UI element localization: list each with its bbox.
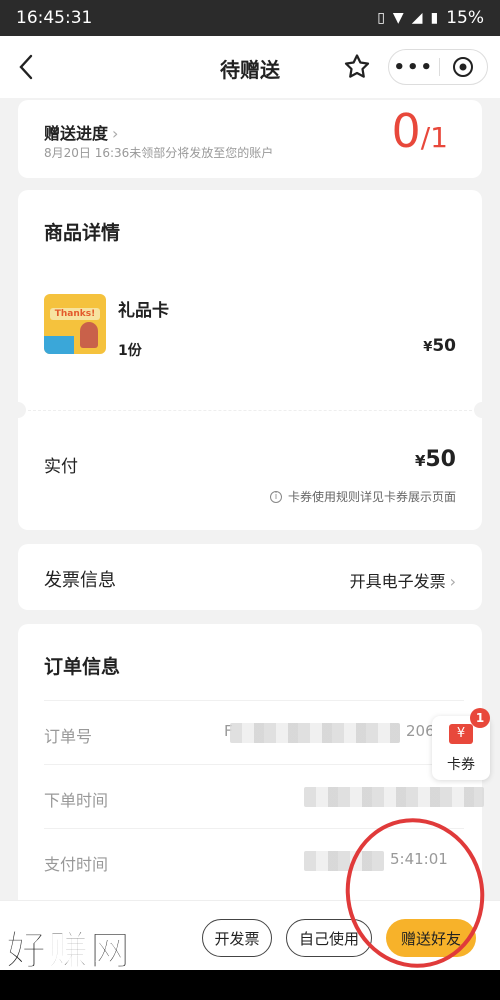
detail-section-title: 商品详情 [44,222,121,244]
invoice-info-row[interactable]: 发票信息 开具电子发票 › [18,544,482,610]
pay-time-tail: 5:41:01 [390,850,448,868]
product-price: ¥50 [423,336,456,356]
chevron-right-icon: › [449,572,456,591]
thumb-person [80,322,98,348]
close-miniprogram-button[interactable] [439,50,487,84]
miniprogram-capsule: ••• [388,49,488,85]
wifi-icon: ▼ [392,10,404,26]
order-time-row: 下单时间 [44,764,484,828]
thumb-water [44,336,74,354]
product-detail-card: 商品详情 Thanks! 礼品卡 1份 ¥50 实付 ¥50 i 卡券使用规则详… [10,190,490,530]
signal-icon: ◢ [411,10,423,26]
product-name: 礼品卡 [118,301,169,321]
order-number-redacted [230,723,400,743]
order-section-title: 订单信息 [44,656,121,678]
coupon-icon: ¥ [449,724,473,744]
self-use-button[interactable]: 自己使用 [286,919,372,957]
nav-bar: 待赠送 ••• [0,36,500,98]
order-number-row: 订单号 F 20672 [44,700,464,764]
invoice-action: 开具电子发票 › [349,572,456,591]
coupon-badge: 1 [470,708,490,728]
more-button[interactable]: ••• [389,50,439,84]
progress-title: 赠送进度 › [44,124,119,143]
status-time: 16:45:31 [16,8,93,28]
ticket-notch-left [10,402,26,418]
progress-subtitle: 8月20日 16:36未领部分将发放至您的账户 [44,146,274,160]
progress-count-total: /1 [420,121,448,154]
ticket-notch-right [474,402,490,418]
star-icon [344,54,370,78]
back-button[interactable] [12,50,40,84]
chevron-right-icon: › [112,124,119,143]
info-icon: i [269,490,282,503]
gift-progress-card[interactable]: 赠送进度 › 8月20日 16:36未领部分将发放至您的账户 0/1 [18,100,482,178]
pay-time-label: 支付时间 [44,855,109,874]
paid-label: 实付 [44,457,78,477]
more-icon: ••• [393,56,434,78]
usage-notice[interactable]: i 卡券使用规则详见卡券展示页面 [269,488,456,505]
battery-icon: ▮ [430,10,439,26]
coupon-label: 卡券 [447,757,475,773]
status-icons: ▯ ▼ ◢ ▮ 15% [377,8,484,28]
order-time-label: 下单时间 [44,791,109,810]
product-quantity: 1份 [118,343,142,359]
vibrate-icon: ▯ [377,10,385,26]
battery-level: 15% [446,8,484,28]
status-bar: 16:45:31 ▯ ▼ ◢ ▮ 15% [0,0,500,36]
favorite-button[interactable] [342,52,372,82]
thumb-banner-text: Thanks! [50,308,100,320]
system-nav-bar [0,970,500,1000]
progress-count: 0/1 [391,104,448,158]
order-number-label: 订单号 [44,727,93,746]
gift-friend-button[interactable]: 赠送好友 [386,919,476,957]
paid-amount: ¥50 [414,447,456,472]
gift-card-thumbnail[interactable]: Thanks! [44,294,106,354]
issue-invoice-button[interactable]: 开发票 [202,919,272,957]
pay-time-row: 支付时间 5:41:01 [44,828,464,892]
chevron-left-icon [19,54,33,80]
progress-count-value: 0 [391,104,421,158]
order-time-redacted [304,787,484,807]
coupon-float-button[interactable]: ¥ 1 卡券 [432,708,490,780]
ticket-divider [28,410,472,411]
invoice-label: 发票信息 [44,570,116,591]
bottom-action-bar: 开发票 自己使用 赠送好友 [0,900,500,970]
target-icon [453,57,474,77]
pay-time-redacted [304,851,384,871]
